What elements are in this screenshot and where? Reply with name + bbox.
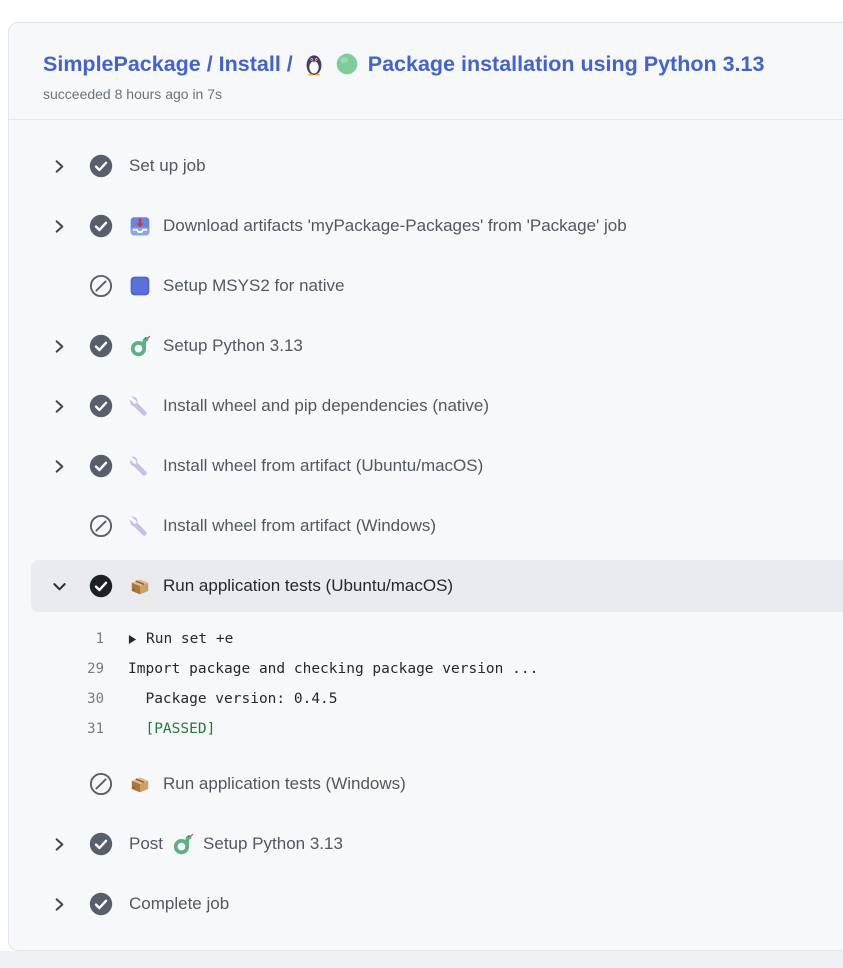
skipped-circle-icon <box>89 772 113 796</box>
step-label: Run application tests (Windows) <box>163 774 406 794</box>
log-line-number[interactable]: 29 <box>9 661 104 677</box>
chevron-spacer <box>51 278 67 294</box>
log-line: 1 Run set +e <box>9 624 843 654</box>
snake-icon <box>129 335 151 357</box>
wrench-icon <box>129 395 151 417</box>
step-label: Setup Python 3.13 <box>163 336 303 356</box>
wrench-icon <box>129 515 151 537</box>
job-log-card: SimplePackage / Install / Package instal… <box>8 22 843 951</box>
log-line-text: Package version: 0.4.5 <box>128 691 338 707</box>
step-row-run-tests-windows[interactable]: Run application tests (Windows) <box>9 754 843 814</box>
check-circle-icon <box>89 154 113 178</box>
green-circle-icon <box>335 52 359 76</box>
package-icon <box>129 773 151 795</box>
chevron-right-icon[interactable] <box>51 896 67 912</box>
check-circle-icon <box>89 832 113 856</box>
step-row-set-up-job[interactable]: Set up job <box>9 136 843 196</box>
chevron-right-icon[interactable] <box>51 836 67 852</box>
step-list: Set up job Download artifacts 'myPackage… <box>9 120 843 934</box>
step-row-install-wheel-artifact-windows[interactable]: Install wheel from artifact (Windows) <box>9 496 843 556</box>
log-line: 31 [PASSED] <box>9 714 843 744</box>
penguin-icon <box>302 52 326 76</box>
chevron-right-icon[interactable] <box>51 458 67 474</box>
log-line-number[interactable]: 1 <box>9 631 104 647</box>
log-line-text: Import package and checking package vers… <box>128 661 538 677</box>
step-label: Install wheel and pip dependencies (nati… <box>163 396 489 416</box>
chevron-right-icon[interactable] <box>51 338 67 354</box>
inbox-tray-icon <box>129 215 151 237</box>
chevron-spacer <box>51 518 67 534</box>
log-line: 29 Import package and checking package v… <box>9 654 843 684</box>
chevron-down-icon[interactable] <box>51 578 67 594</box>
blue-square-icon <box>129 275 151 297</box>
step-row-download-artifacts[interactable]: Download artifacts 'myPackage-Packages' … <box>9 196 843 256</box>
step-label: Download artifacts 'myPackage-Packages' … <box>163 216 627 236</box>
skipped-circle-icon <box>89 274 113 298</box>
check-circle-icon <box>89 214 113 238</box>
wrench-icon <box>129 455 151 477</box>
log-line-number[interactable]: 30 <box>9 691 104 707</box>
log-line-text-passed: [PASSED] <box>128 721 215 737</box>
chevron-spacer <box>51 776 67 792</box>
log-line-number[interactable]: 31 <box>9 721 104 737</box>
snake-icon <box>172 833 194 855</box>
chevron-right-icon[interactable] <box>51 158 67 174</box>
job-header: SimplePackage / Install / Package instal… <box>9 23 843 120</box>
step-row-post-setup-python[interactable]: Post Setup Python 3.13 <box>9 814 843 874</box>
job-status-line: succeeded 8 hours ago in 7s <box>43 86 827 102</box>
step-row-setup-msys2[interactable]: Setup MSYS2 for native <box>9 256 843 316</box>
check-circle-icon <box>89 574 113 598</box>
step-label: Install wheel from artifact (Windows) <box>163 516 436 536</box>
log-output: 1 Run set +e 29 Import package and check… <box>9 624 843 744</box>
check-circle-icon <box>89 334 113 358</box>
log-line: 30 Package version: 0.4.5 <box>9 684 843 714</box>
expand-group-icon[interactable] <box>128 634 137 645</box>
step-label: Setup Python 3.13 <box>203 834 343 854</box>
check-circle-icon <box>89 454 113 478</box>
step-label: Run application tests (Ubuntu/macOS) <box>163 576 453 596</box>
job-title-breadcrumb: SimplePackage / Install / <box>43 49 293 79</box>
step-label: Set up job <box>129 156 206 176</box>
step-row-setup-python[interactable]: Setup Python 3.13 <box>9 316 843 376</box>
step-label-prefix: Post <box>129 834 163 854</box>
step-row-run-tests-unix[interactable]: Run application tests (Ubuntu/macOS) <box>31 560 843 612</box>
chevron-right-icon[interactable] <box>51 218 67 234</box>
log-line-text: Run set +e <box>146 631 233 647</box>
skipped-circle-icon <box>89 514 113 538</box>
step-label: Setup MSYS2 for native <box>163 276 344 296</box>
step-row-complete-job[interactable]: Complete job <box>9 874 843 934</box>
step-label: Complete job <box>129 894 229 914</box>
chevron-right-icon[interactable] <box>51 398 67 414</box>
step-row-install-wheel-pip-native[interactable]: Install wheel and pip dependencies (nati… <box>9 376 843 436</box>
step-row-install-wheel-artifact-unix[interactable]: Install wheel from artifact (Ubuntu/macO… <box>9 436 843 496</box>
package-icon <box>129 575 151 597</box>
step-label: Install wheel from artifact (Ubuntu/macO… <box>163 456 483 476</box>
page-bottom-strip <box>0 951 843 968</box>
check-circle-icon <box>89 394 113 418</box>
job-title: SimplePackage / Install / Package instal… <box>43 49 827 79</box>
job-title-name: Package installation using Python 3.13 <box>368 49 765 79</box>
check-circle-icon <box>89 892 113 916</box>
